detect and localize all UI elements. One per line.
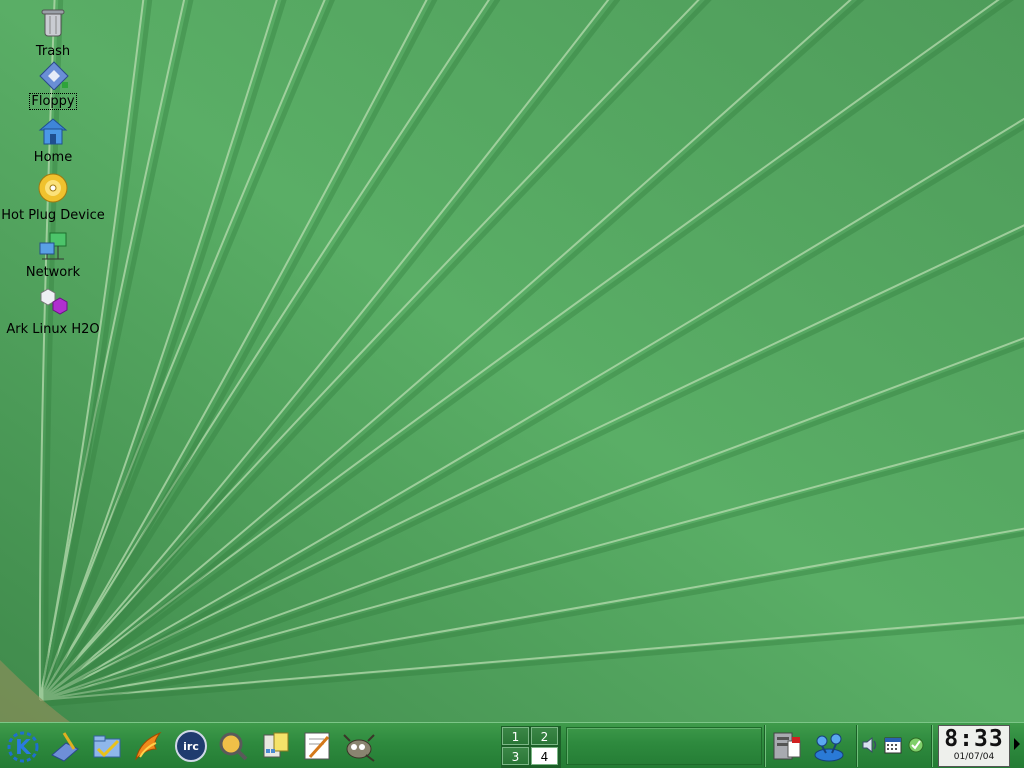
show-desktop-icon	[51, 732, 79, 762]
network-tool-button[interactable]	[810, 727, 848, 765]
clock-date: 01/07/04	[953, 752, 995, 762]
text-editor-button[interactable]	[298, 727, 336, 765]
panel-divider	[931, 725, 933, 767]
search-button[interactable]	[214, 727, 252, 765]
trash-icon	[41, 9, 65, 37]
updater-icon[interactable]	[906, 735, 926, 755]
file-manager-button[interactable]	[88, 727, 126, 765]
desktop-4-button[interactable]: 4	[531, 747, 558, 765]
desktop-icon-floppy[interactable]: Floppy	[0, 60, 107, 110]
taskbar: K irc 1 2 3 4 8:33 01/07/04	[0, 722, 1024, 768]
irc-client-button[interactable]: irc	[172, 727, 210, 765]
palm-leaf-wallpaper	[0, 0, 1024, 722]
svg-text:K: K	[15, 735, 32, 759]
desktop-3-button[interactable]: 3	[502, 747, 529, 765]
panel-hide-arrow-icon[interactable]	[1013, 737, 1021, 751]
floppy-icon	[39, 61, 69, 90]
panel-divider	[764, 725, 766, 767]
gimp-button[interactable]	[340, 727, 378, 765]
home-icon	[38, 118, 68, 145]
desktop-icon-home[interactable]: Home	[0, 116, 107, 165]
irc-client-icon: irc	[175, 730, 207, 762]
calculator-notes-icon	[263, 732, 289, 758]
web-browser-icon	[135, 731, 162, 761]
desktop-icon-network[interactable]: Network	[0, 229, 107, 280]
panel-divider	[856, 725, 858, 767]
desktop-icon-ark-linux-h2o[interactable]: Ark Linux H2O	[0, 286, 107, 337]
window-list[interactable]	[566, 727, 762, 765]
cd-icon	[38, 173, 68, 203]
desktop-icon-label: Network	[25, 265, 81, 280]
search-icon	[219, 732, 248, 761]
svg-text:irc: irc	[183, 740, 199, 753]
desktop-icon-label: Trash	[35, 44, 71, 59]
desktop-icon-label: Floppy	[29, 93, 77, 110]
clock[interactable]: 8:33 01/07/04	[938, 725, 1010, 767]
calendar-icon[interactable]	[883, 735, 903, 755]
desktop-icon-label: Ark Linux H2O	[6, 322, 100, 337]
text-editor-icon	[304, 732, 330, 760]
file-manager-icon	[93, 735, 121, 758]
show-desktop-button[interactable]	[46, 727, 84, 765]
kde-menu-icon: K	[7, 731, 39, 763]
kde-menu-button[interactable]: K	[4, 727, 42, 765]
desktop-icon-trash[interactable]: Trash	[0, 4, 107, 59]
desktop-2-button[interactable]: 2	[531, 727, 558, 745]
web-browser-button[interactable]	[130, 727, 168, 765]
clock-time: 8:33	[944, 726, 1004, 752]
virtual-desktop-pager: 1 2 3 4	[501, 726, 561, 768]
volume-icon[interactable]	[860, 735, 880, 755]
network-tool-icon	[814, 733, 844, 762]
ark-linux-icon	[40, 288, 68, 315]
desktop-icon-label: Hot Plug Device	[1, 208, 105, 223]
gimp-icon	[343, 734, 375, 762]
desktop-icon-label: Home	[33, 150, 73, 165]
desktop-1-button[interactable]: 1	[502, 727, 529, 745]
desktop[interactable]: Trash Floppy Home Hot Plug Device Networ…	[0, 0, 1024, 722]
calculator-notes-button[interactable]	[256, 727, 294, 765]
network-icon	[39, 232, 67, 260]
file-server-icon	[773, 732, 801, 760]
desktop-icon-hot-plug-device[interactable]: Hot Plug Device	[0, 172, 107, 223]
file-server-button[interactable]	[768, 727, 806, 765]
